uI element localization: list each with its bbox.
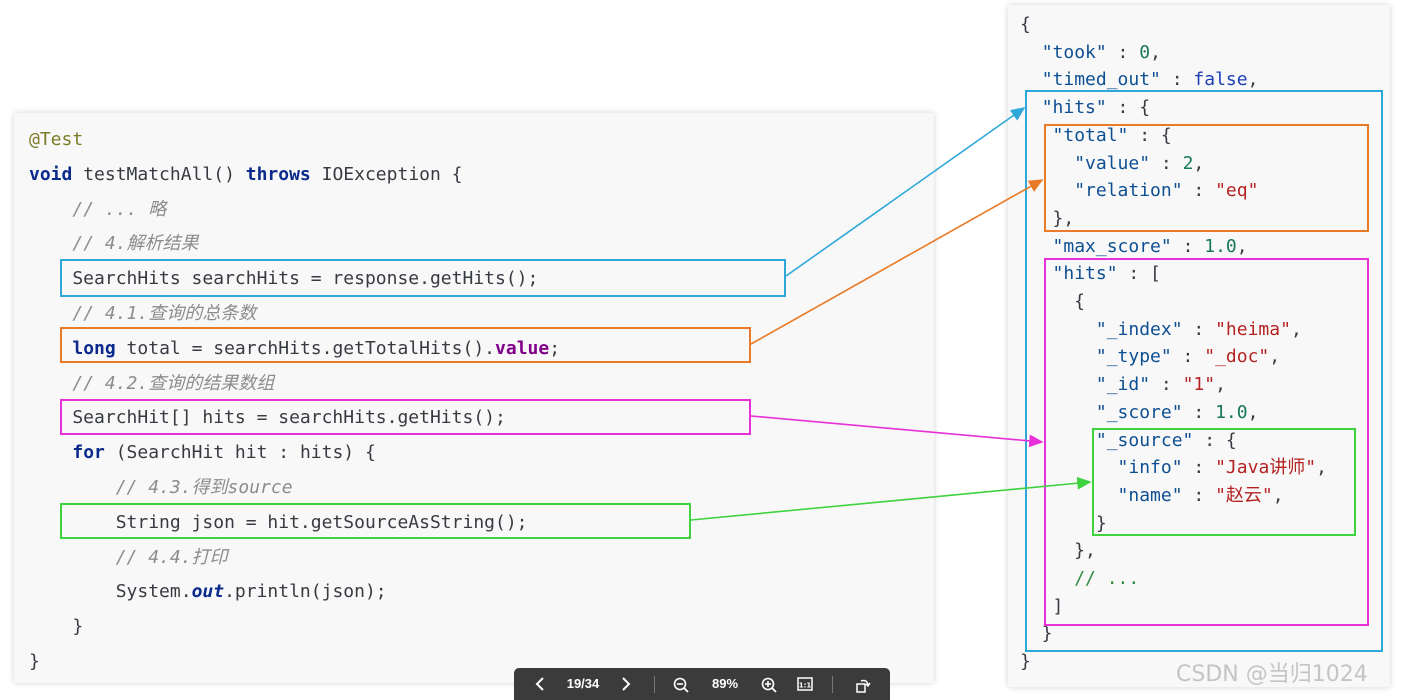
json-token: 0 [1139, 41, 1151, 63]
json-token: "timed_out" [1041, 69, 1161, 91]
code-token: out [191, 581, 225, 603]
zoom-out-button[interactable] [670, 668, 692, 700]
code-token: IOException { [310, 163, 463, 185]
code-token: testMatchAll() [72, 163, 246, 185]
code-token: // 4.解析结果 [72, 233, 199, 255]
code-line: // 4.解析结果 [29, 233, 199, 255]
next-page-button[interactable] [616, 668, 636, 700]
json-line: } [1020, 651, 1031, 673]
json-token: , [1247, 69, 1259, 91]
code-line: // 4.3.得到source [29, 477, 293, 499]
zoom-in-icon [761, 677, 777, 693]
rotate-icon [856, 679, 871, 693]
code-token: // 4.3.得到source [115, 477, 293, 498]
pdf-viewer-toolbar: 19/34 89% 1:1 [514, 668, 890, 700]
json-token: "took" [1041, 41, 1107, 63]
code-token: (SearchHit hit : hits) { [104, 442, 376, 464]
zoom-in-button[interactable] [758, 668, 780, 700]
json-source-highlight-box [1092, 428, 1356, 536]
total-hits-highlight-box [60, 327, 751, 363]
zoom-out-icon [673, 677, 689, 693]
json-token: } [1020, 651, 1031, 673]
json-line: "timed_out" : false, [1020, 69, 1259, 91]
code-token: // 4.2.查询的结果数组 [72, 372, 275, 394]
svg-text:1:1: 1:1 [799, 682, 812, 690]
rotate-button[interactable] [852, 668, 874, 700]
json-token: , [1150, 41, 1161, 63]
zoom-level: 89% [711, 676, 739, 691]
json-line: "took" : 0, [1020, 42, 1161, 64]
code-line: @Test [29, 129, 83, 151]
code-line: for (SearchHit hit : hits) { [29, 442, 376, 464]
code-line: // 4.1.查询的总条数 [29, 303, 256, 325]
code-token: // ... 略 [72, 198, 167, 220]
json-token: { [1020, 14, 1031, 35]
code-line: System.out.println(json); [29, 581, 387, 603]
search-hits-highlight-box [60, 259, 786, 297]
code-line: // ... 略 [29, 199, 166, 221]
toolbar-divider [832, 676, 833, 693]
source-string-highlight-box [60, 503, 691, 539]
code-token: } [29, 651, 40, 672]
code-line: // 4.4.打印 [29, 547, 228, 569]
watermark: CSDN @当归1024 [1176, 662, 1368, 687]
code-line: } [29, 651, 40, 673]
page-indicator: 19/34 [566, 676, 600, 691]
code-token: .println(json); [224, 581, 387, 603]
code-token: System. [29, 581, 192, 603]
code-line: } [29, 616, 83, 638]
json-total-highlight-box [1044, 124, 1369, 232]
code-token: for [72, 442, 105, 464]
json-line: { [1020, 14, 1031, 36]
chevron-right-icon [622, 677, 631, 691]
code-token: } [29, 616, 84, 638]
code-line: void testMatchAll() throws IOException { [29, 164, 463, 186]
code-token: void [29, 163, 73, 185]
code-token: @Test [29, 129, 84, 150]
code-token: // 4.1.查询的总条数 [72, 303, 257, 324]
json-token: : [1106, 41, 1140, 63]
json-token: : [1160, 69, 1194, 91]
prev-page-button[interactable] [530, 668, 550, 700]
actual-size-icon: 1:1 [797, 677, 813, 691]
toolbar-divider [654, 676, 655, 693]
code-line: // 4.2.查询的结果数组 [29, 373, 274, 395]
code-token: // 4.4.打印 [115, 546, 228, 568]
code-token: throws [245, 163, 311, 185]
hits-array-highlight-box [60, 399, 751, 435]
chevron-left-icon [535, 677, 544, 691]
json-token: false [1193, 69, 1248, 91]
actual-size-button[interactable]: 1:1 [794, 668, 816, 700]
